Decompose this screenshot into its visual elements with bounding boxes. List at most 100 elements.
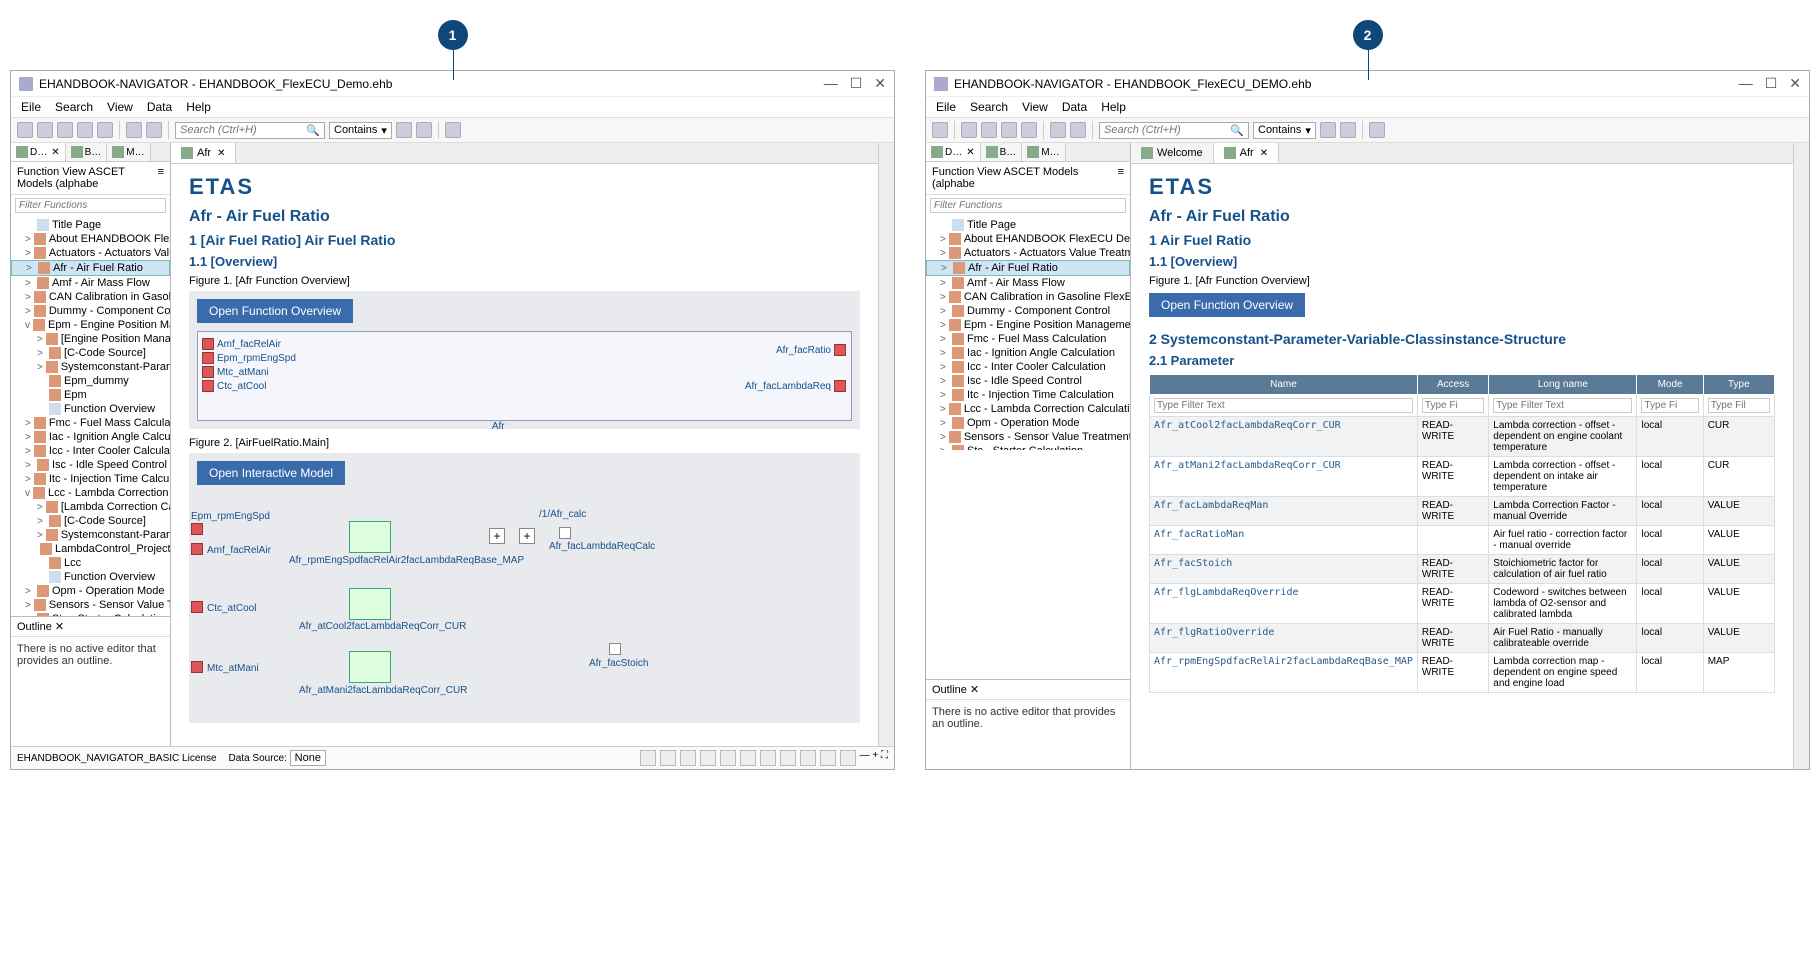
tree-item[interactable]: Epm_dummy bbox=[11, 374, 170, 388]
menu-help[interactable]: Help bbox=[186, 100, 211, 114]
table-row[interactable]: Afr_facLambdaReqManREAD-WRITELambda Corr… bbox=[1150, 497, 1775, 526]
tree-item[interactable]: >Dummy - Component Control bbox=[926, 304, 1130, 318]
tb-refresh-icon[interactable] bbox=[97, 122, 113, 138]
tb-config-icon[interactable] bbox=[445, 122, 461, 138]
menu-view[interactable]: View bbox=[107, 100, 133, 114]
table-row[interactable]: Afr_atMani2facLambdaReqCorr_CURREAD-WRIT… bbox=[1150, 457, 1775, 497]
tree-item[interactable]: >Afr - Air Fuel Ratio bbox=[926, 260, 1130, 276]
sidebar-tab-m[interactable]: M… bbox=[107, 143, 150, 161]
doc-tab-welcome[interactable]: Welcome bbox=[1131, 143, 1214, 163]
tb-back-icon[interactable] bbox=[17, 122, 33, 138]
tree-item[interactable]: >Icc - Inter Cooler Calculation bbox=[926, 360, 1130, 374]
tb-doc-icon[interactable] bbox=[1001, 122, 1017, 138]
tree-item[interactable]: >About EHANDBOOK FlexECU Demo bbox=[926, 232, 1130, 246]
tb-next-icon[interactable] bbox=[1070, 122, 1086, 138]
tb-book-icon[interactable] bbox=[961, 122, 977, 138]
tree-item[interactable]: >About EHANDBOOK FlexECU Dem bbox=[11, 232, 170, 246]
scrollbar[interactable] bbox=[1793, 143, 1809, 769]
tree-item[interactable]: >Isc - Idle Speed Control bbox=[926, 374, 1130, 388]
table-row[interactable]: Afr_facRatioManAir fuel ratio - correcti… bbox=[1150, 526, 1775, 555]
tree-item[interactable]: vEpm - Engine Position Manageme bbox=[11, 318, 170, 332]
tree-item[interactable]: Title Page bbox=[11, 218, 170, 232]
tree-item[interactable]: Function Overview bbox=[11, 570, 170, 584]
tree-item[interactable]: >Actuators - Actuators Value Treatm bbox=[11, 246, 170, 260]
table-row[interactable]: Afr_flgRatioOverrideREAD-WRITEAir Fuel R… bbox=[1150, 624, 1775, 653]
tree-item[interactable]: >Amf - Air Mass Flow bbox=[926, 276, 1130, 290]
tb-export-icon[interactable] bbox=[981, 122, 997, 138]
search-mode-combo[interactable]: Contains▾ bbox=[1253, 122, 1316, 139]
filter-input[interactable] bbox=[15, 198, 166, 213]
tb-prev-icon[interactable] bbox=[126, 122, 142, 138]
tree-item[interactable]: Title Page bbox=[926, 218, 1130, 232]
tree-item[interactable]: >Opm - Operation Mode bbox=[926, 416, 1130, 430]
menu-search[interactable]: Search bbox=[970, 100, 1008, 114]
tree-item[interactable]: Lcc bbox=[11, 556, 170, 570]
close-button[interactable]: ✕ bbox=[1789, 75, 1801, 92]
menu-file[interactable]: Eile bbox=[936, 100, 956, 114]
menu-file[interactable]: Eile bbox=[21, 100, 41, 114]
tb-config-icon[interactable] bbox=[1369, 122, 1385, 138]
sidebar-tab-d[interactable]: D…✕ bbox=[11, 143, 66, 161]
column-filter[interactable] bbox=[1154, 398, 1413, 413]
tree-item[interactable]: >CAN Calibration in Gasoline FlexEC bbox=[11, 290, 170, 304]
tree-item[interactable]: >Systemconstant-Parameter-Var bbox=[11, 360, 170, 374]
table-row[interactable]: Afr_flgLambdaReqOverrideREAD-WRITECodewo… bbox=[1150, 584, 1775, 624]
column-filter[interactable] bbox=[1422, 398, 1484, 413]
table-row[interactable]: Afr_atCool2facLambdaReqCorr_CURREAD-WRIT… bbox=[1150, 417, 1775, 457]
filter-input[interactable] bbox=[930, 198, 1126, 213]
function-tree[interactable]: Title Page>About EHANDBOOK FlexECU Dem>A… bbox=[11, 216, 170, 616]
menu-search[interactable]: Search bbox=[55, 100, 93, 114]
tb-prev-icon[interactable] bbox=[1050, 122, 1066, 138]
tree-item[interactable]: >Itc - Injection Time Calculation bbox=[11, 472, 170, 486]
function-tree[interactable]: Title Page>About EHANDBOOK FlexECU Demo>… bbox=[926, 216, 1130, 450]
tree-item[interactable]: >Isc - Idle Speed Control bbox=[11, 458, 170, 472]
tb-up-icon[interactable] bbox=[416, 122, 432, 138]
tree-item[interactable]: >Systemconstant-Parameter-Var bbox=[11, 528, 170, 542]
close-button[interactable]: ✕ bbox=[874, 75, 886, 92]
tree-item[interactable]: >Fmc - Fuel Mass Calculation bbox=[926, 332, 1130, 346]
tree-item[interactable]: Epm bbox=[11, 388, 170, 402]
menu-data[interactable]: Data bbox=[147, 100, 172, 114]
tb-down-icon[interactable] bbox=[396, 122, 412, 138]
minimize-button[interactable]: — bbox=[1739, 75, 1753, 92]
sb-icon[interactable] bbox=[640, 750, 656, 766]
menu-view[interactable]: View bbox=[1022, 100, 1048, 114]
tree-item[interactable]: >Lcc - Lambda Correction Calculation bbox=[926, 402, 1130, 416]
tree-item[interactable]: >Afr - Air Fuel Ratio bbox=[11, 260, 170, 276]
tree-item[interactable]: >CAN Calibration in Gasoline FlexECU bbox=[926, 290, 1130, 304]
menu-data[interactable]: Data bbox=[1062, 100, 1087, 114]
tb-export-icon[interactable] bbox=[57, 122, 73, 138]
sidebar-tab-m[interactable]: M… bbox=[1022, 143, 1065, 161]
tree-item[interactable]: >Sensors - Sensor Value Treatment bbox=[926, 430, 1130, 444]
menu-help[interactable]: Help bbox=[1101, 100, 1126, 114]
tree-item[interactable]: >Epm - Engine Position Management bbox=[926, 318, 1130, 332]
table-row[interactable]: Afr_rpmEngSpdfacRelAir2facLambdaReqBase_… bbox=[1150, 653, 1775, 693]
column-filter[interactable] bbox=[1708, 398, 1770, 413]
tree-item[interactable]: >Fmc - Fuel Mass Calculation bbox=[11, 416, 170, 430]
tree-item[interactable]: >Sensors - Sensor Value Treatment bbox=[11, 598, 170, 612]
tree-item[interactable]: Function Overview bbox=[11, 402, 170, 416]
column-filter[interactable] bbox=[1641, 398, 1698, 413]
minimize-button[interactable]: — bbox=[824, 75, 838, 92]
tree-item[interactable]: >Icc - Inter Cooler Calculation bbox=[11, 444, 170, 458]
search-mode-combo[interactable]: Contains▾ bbox=[329, 122, 392, 139]
maximize-button[interactable]: ☐ bbox=[850, 75, 863, 92]
tree-item[interactable]: >Actuators - Actuators Value Treatmen bbox=[926, 246, 1130, 260]
tree-item[interactable]: >Dummy - Component Control bbox=[11, 304, 170, 318]
open-overview-button[interactable]: Open Function Overview bbox=[197, 299, 353, 323]
maximize-button[interactable]: ☐ bbox=[1765, 75, 1778, 92]
tree-item[interactable]: >Iac - Ignition Angle Calculation bbox=[926, 346, 1130, 360]
open-model-button[interactable]: Open Interactive Model bbox=[197, 461, 345, 485]
tb-back-icon[interactable] bbox=[932, 122, 948, 138]
sidebar-tab-d[interactable]: D…✕ bbox=[926, 143, 981, 161]
tree-item[interactable]: >[C-Code Source] bbox=[11, 514, 170, 528]
data-source-combo[interactable]: None bbox=[290, 750, 326, 766]
tree-item[interactable]: >Iac - Ignition Angle Calculation bbox=[11, 430, 170, 444]
sidebar-tab-b[interactable]: B… bbox=[66, 143, 108, 161]
tree-item[interactable]: >Amf - Air Mass Flow bbox=[11, 276, 170, 290]
tree-item[interactable]: >[C-Code Source] bbox=[11, 346, 170, 360]
tree-item[interactable]: >Itc - Injection Time Calculation bbox=[926, 388, 1130, 402]
tree-item[interactable]: >[Lambda Correction Calculation bbox=[11, 500, 170, 514]
tree-item[interactable]: vLcc - Lambda Correction Calculati bbox=[11, 486, 170, 500]
tree-item[interactable]: >Opm - Operation Mode bbox=[11, 584, 170, 598]
